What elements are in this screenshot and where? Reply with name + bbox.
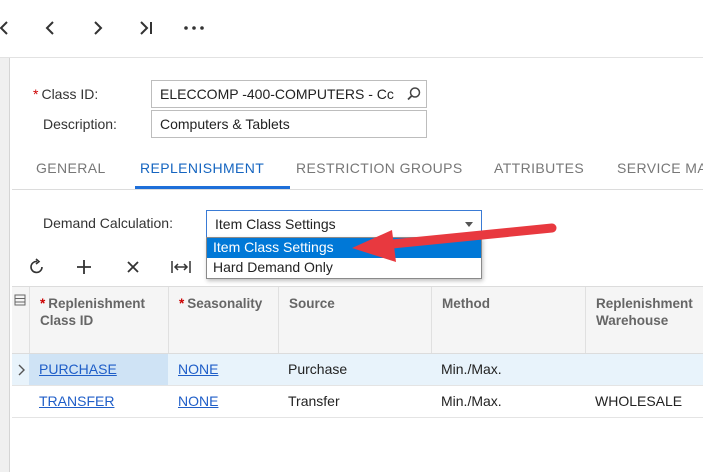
refresh-icon[interactable] bbox=[24, 254, 50, 280]
next-record-button[interactable] bbox=[86, 16, 110, 40]
cell-class-id[interactable]: PURCHASE bbox=[29, 354, 168, 385]
tab-bar: GENERAL REPLENISHMENT RESTRICTION GROUPS… bbox=[12, 148, 703, 190]
column-header-text: Replenishment bbox=[48, 296, 146, 311]
cell-seasonality[interactable]: NONE bbox=[168, 386, 278, 417]
chevron-down-icon bbox=[465, 222, 473, 227]
column-header-text: Method bbox=[442, 296, 490, 311]
replenishment-grid: * Replenishment Class ID * Seasonality Sou… bbox=[12, 286, 703, 472]
active-tab-indicator bbox=[135, 186, 290, 189]
delete-icon[interactable] bbox=[120, 254, 146, 280]
add-icon[interactable] bbox=[71, 254, 97, 280]
cell-source[interactable]: Purchase bbox=[278, 354, 431, 385]
row-selector-icon[interactable] bbox=[12, 354, 29, 385]
column-header-text: Source bbox=[289, 296, 335, 311]
tab-restriction-groups[interactable]: RESTRICTION GROUPS bbox=[296, 160, 463, 176]
class-id-field[interactable]: ELECCOMP -400-COMPUTERS - Cc bbox=[151, 80, 427, 108]
seasonality-link[interactable]: NONE bbox=[178, 393, 218, 409]
more-icon[interactable] bbox=[182, 16, 206, 40]
column-header-text: Replenishment bbox=[596, 296, 693, 311]
demand-calculation-value: Item Class Settings bbox=[215, 216, 336, 232]
column-header-method[interactable]: Method bbox=[431, 287, 585, 353]
class-id-label: * Class ID: bbox=[33, 86, 98, 102]
tab-general[interactable]: GENERAL bbox=[36, 160, 106, 176]
cell-source[interactable]: Transfer bbox=[278, 386, 431, 417]
required-marker: * bbox=[33, 86, 39, 102]
column-header-source[interactable]: Source bbox=[278, 287, 431, 353]
tab-attributes[interactable]: ATTRIBUTES bbox=[494, 160, 584, 176]
cell-method[interactable]: Min./Max. bbox=[431, 386, 585, 417]
tab-replenishment[interactable]: REPLENISHMENT bbox=[140, 160, 264, 176]
column-header-text: Warehouse bbox=[596, 313, 669, 328]
top-navigation-bar bbox=[0, 0, 703, 58]
cell-class-id[interactable]: TRANSFER bbox=[29, 386, 168, 417]
search-icon[interactable] bbox=[406, 86, 422, 102]
table-icon[interactable] bbox=[12, 287, 29, 353]
demand-calculation-label: Demand Calculation: bbox=[43, 215, 173, 231]
left-gutter bbox=[0, 58, 10, 472]
description-field[interactable]: Computers & Tablets bbox=[151, 110, 427, 138]
chevron-left-icon[interactable] bbox=[0, 16, 16, 40]
class-id-link[interactable]: PURCHASE bbox=[39, 361, 117, 377]
grid-header: * Replenishment Class ID * Seasonality Sou… bbox=[12, 286, 703, 354]
tab-service-management[interactable]: SERVICE MA bbox=[617, 160, 703, 176]
class-id-label-text: Class ID: bbox=[41, 86, 99, 102]
table-row[interactable]: TRANSFER NONE Transfer Min./Max. WHOLESA… bbox=[12, 386, 703, 418]
description-value: Computers & Tablets bbox=[160, 116, 290, 132]
cell-method[interactable]: Min./Max. bbox=[431, 354, 585, 385]
demand-calculation-dropdown: Item Class Settings Hard Demand Only bbox=[206, 237, 482, 279]
option-hard-demand-only[interactable]: Hard Demand Only bbox=[207, 258, 481, 278]
class-id-link[interactable]: TRANSFER bbox=[39, 393, 114, 409]
seasonality-link[interactable]: NONE bbox=[178, 361, 218, 377]
cell-seasonality[interactable]: NONE bbox=[168, 354, 278, 385]
cell-warehouse[interactable] bbox=[585, 354, 703, 385]
column-header-text: Class ID bbox=[40, 313, 94, 328]
description-label: Description: bbox=[43, 116, 117, 132]
last-record-button[interactable] bbox=[134, 16, 158, 40]
option-item-class-settings[interactable]: Item Class Settings bbox=[207, 238, 481, 258]
column-header-replenishment-class-id[interactable]: * Replenishment Class ID bbox=[29, 287, 168, 353]
cell-warehouse[interactable]: WHOLESALE bbox=[585, 386, 703, 417]
column-header-replenishment-warehouse[interactable]: Replenishment Warehouse bbox=[585, 287, 703, 353]
class-id-value: ELECCOMP -400-COMPUTERS - Cc bbox=[160, 86, 394, 102]
fit-columns-icon[interactable] bbox=[168, 254, 194, 280]
previous-record-button[interactable] bbox=[38, 16, 62, 40]
demand-calculation-select[interactable]: Item Class Settings bbox=[206, 210, 482, 238]
column-header-text: Seasonality bbox=[187, 296, 263, 311]
table-row[interactable]: PURCHASE NONE Purchase Min./Max. bbox=[12, 354, 703, 386]
column-header-seasonality[interactable]: * Seasonality bbox=[168, 287, 278, 353]
